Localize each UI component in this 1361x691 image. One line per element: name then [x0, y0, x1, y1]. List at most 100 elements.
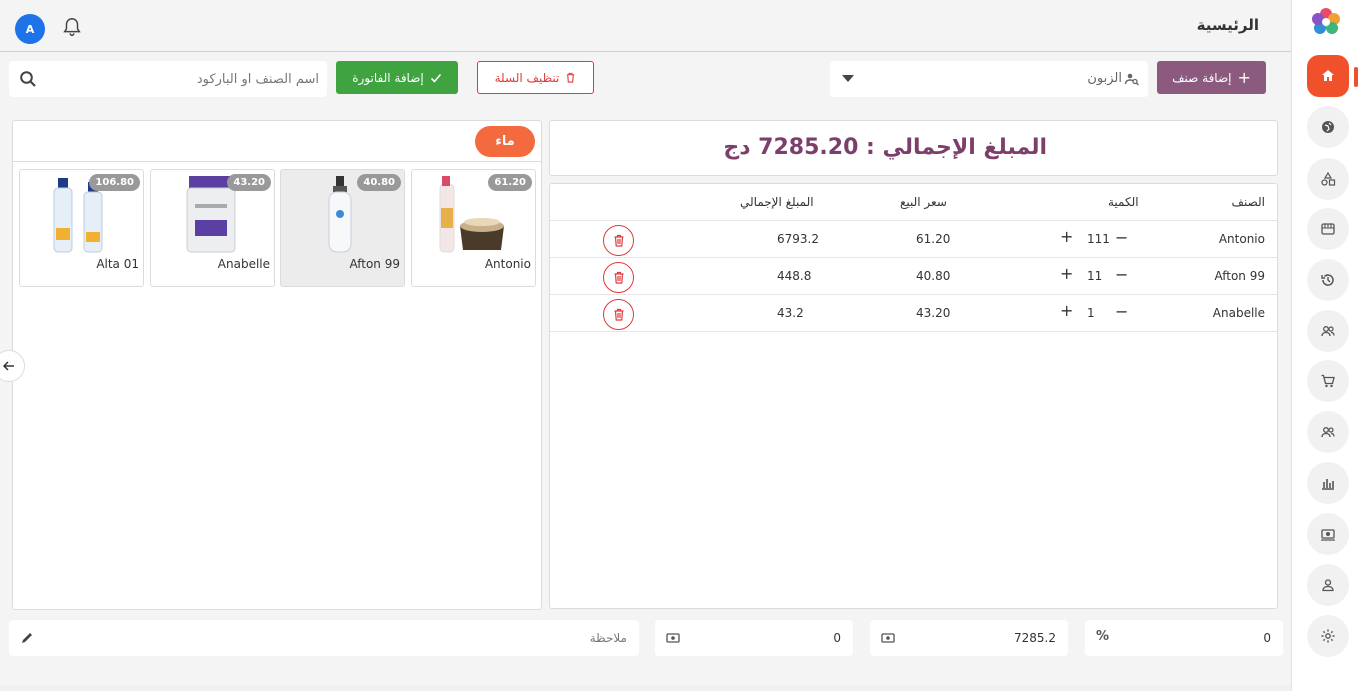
cart-item-total: 448.8: [777, 269, 812, 283]
nav-purchases[interactable]: [1307, 360, 1349, 402]
column-header-total: المبلغ الإجمالي: [740, 195, 814, 209]
product-card[interactable]: 61.20 Antonio: [411, 169, 536, 287]
nav-suppliers[interactable]: [1307, 411, 1349, 453]
product-price-badge: 61.20: [488, 174, 532, 191]
bar-chart-icon: [1322, 479, 1334, 490]
money-icon: [1321, 529, 1335, 541]
decrease-quantity-button[interactable]: −: [1115, 302, 1128, 321]
increase-quantity-button[interactable]: +: [1060, 301, 1073, 320]
plus-icon: +: [1237, 67, 1251, 87]
active-indicator: [1354, 67, 1358, 87]
nav-profile[interactable]: [1307, 564, 1349, 606]
caret-down-icon: [842, 75, 854, 82]
users-icon: [1321, 326, 1335, 337]
cart-row: Antonio − 111 + 61.20 6793.2: [550, 221, 1277, 258]
cart-table: الصنف الكمية سعر البيع المبلغ الإجمالي A…: [549, 183, 1278, 609]
increase-quantity-button[interactable]: +: [1060, 264, 1073, 283]
product-card[interactable]: 106.80 Alta 01: [19, 169, 144, 287]
collapse-panel-button[interactable]: [0, 350, 25, 382]
nav-customers[interactable]: [1307, 310, 1349, 352]
cart-row: Afton 99 − 11 + 40.80 448.8: [550, 258, 1277, 295]
delete-item-button[interactable]: [603, 299, 634, 330]
cart-icon: [1321, 374, 1335, 388]
search-input[interactable]: [49, 61, 319, 97]
home-icon: [1322, 70, 1334, 81]
discount-value: 0: [1263, 631, 1271, 645]
delete-item-button[interactable]: [603, 225, 634, 256]
amount-value: 7285.2: [1014, 631, 1056, 645]
user-search-icon: [1124, 73, 1139, 86]
category-bar: ماء: [13, 121, 541, 162]
pencil-icon: [22, 633, 32, 643]
user-icon: [1322, 579, 1334, 592]
history-icon: [1321, 274, 1334, 286]
customer-select[interactable]: الزبون: [830, 61, 1148, 97]
cash-icon: [881, 633, 895, 643]
clear-cart-label: تنظيف السلة: [494, 70, 560, 85]
nav-finance[interactable]: [1307, 513, 1349, 555]
user-avatar[interactable]: A: [15, 14, 45, 44]
product-card[interactable]: 40.80 Afton 99: [280, 169, 405, 287]
cart-total-text: المبلغ الإجمالي : 7285.20 دج: [723, 135, 1047, 160]
paid-value: 0: [833, 631, 841, 645]
nav-home[interactable]: [1307, 55, 1349, 97]
cart-item-price: 61.20: [916, 232, 951, 246]
column-header-quantity: الكمية: [1108, 195, 1139, 209]
arrow-left-icon: [2, 361, 14, 371]
note-field[interactable]: ملاحظة: [9, 620, 639, 656]
cart-row: Anabelle − 1 + 43.20 43.2: [550, 295, 1277, 332]
increase-quantity-button[interactable]: +: [1060, 227, 1073, 246]
nav-globe[interactable]: [1307, 106, 1349, 148]
add-item-button[interactable]: إضافة صنف +: [1157, 61, 1266, 94]
cart-item-quantity: 111: [1087, 232, 1110, 246]
nav-reports[interactable]: [1307, 462, 1349, 504]
amount-field[interactable]: 7285.2: [870, 620, 1068, 656]
add-item-label: إضافة صنف: [1172, 70, 1232, 85]
discount-field[interactable]: 0 %: [1085, 620, 1283, 656]
product-card[interactable]: 43.20 Anabelle: [150, 169, 275, 287]
trash-icon: [614, 271, 623, 284]
sidebar: [1291, 0, 1361, 691]
search-icon[interactable]: [19, 70, 37, 88]
paid-field[interactable]: 0: [655, 620, 853, 656]
products-panel: ماء 61.20 Antonio 40.80 Afton 99 43.20 A…: [0, 120, 542, 610]
page-title: الرئيسية: [1196, 16, 1259, 34]
store-icon: [1321, 223, 1335, 235]
cart-table-header: الصنف الكمية سعر البيع المبلغ الإجمالي: [550, 184, 1277, 221]
trash-icon: [567, 72, 575, 83]
add-invoice-label: إضافة الفاتورة: [352, 70, 424, 85]
clear-cart-button[interactable]: تنظيف السلة: [477, 61, 594, 94]
nav-store[interactable]: [1307, 208, 1349, 250]
app-logo-icon: [1312, 8, 1340, 34]
product-name: Anabelle: [217, 257, 270, 271]
cash-icon: [666, 633, 680, 643]
cart-total-box: المبلغ الإجمالي : 7285.20 دج: [549, 120, 1278, 176]
trash-icon: [614, 308, 623, 321]
decrease-quantity-button[interactable]: −: [1115, 228, 1128, 247]
cart-item-name: Afton 99: [1214, 269, 1265, 283]
cart-item-price: 40.80: [916, 269, 951, 283]
people-icon: [1321, 427, 1335, 438]
cart-item-quantity: 11: [1087, 269, 1103, 283]
add-invoice-button[interactable]: إضافة الفاتورة: [336, 61, 458, 94]
product-name: Alta 01: [96, 257, 139, 271]
nav-history[interactable]: [1307, 259, 1349, 301]
cart-item-total: 6793.2: [777, 232, 819, 246]
delete-item-button[interactable]: [603, 262, 634, 293]
cart-item-quantity: 1: [1087, 306, 1095, 320]
check-icon: [430, 73, 441, 83]
column-header-sale-price: سعر البيع: [900, 195, 947, 209]
decrease-quantity-button[interactable]: −: [1115, 265, 1128, 284]
nav-categories[interactable]: [1307, 158, 1349, 200]
globe-icon: [1322, 121, 1334, 133]
cart-item-total: 43.2: [777, 306, 804, 320]
gear-icon: [1321, 629, 1335, 643]
bell-icon[interactable]: [61, 15, 83, 39]
product-name: Antonio: [484, 257, 531, 271]
column-header-name: الصنف: [1231, 195, 1265, 209]
nav-settings[interactable]: [1307, 615, 1349, 657]
cart-item-name: Antonio: [1218, 232, 1265, 246]
category-tab-water[interactable]: ماء: [475, 126, 535, 157]
product-price-badge: 40.80: [357, 174, 401, 191]
shapes-icon: [1321, 171, 1336, 186]
